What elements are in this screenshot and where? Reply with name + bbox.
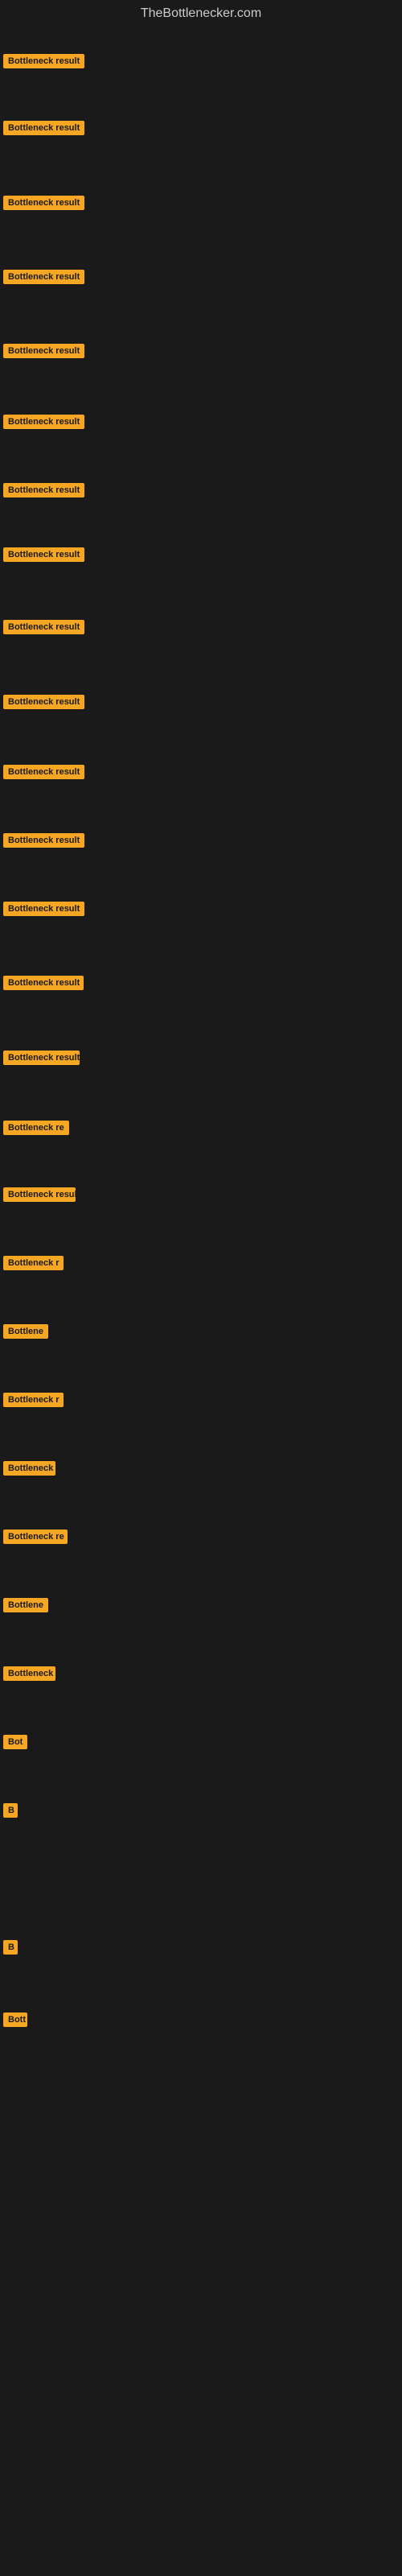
bottleneck-badge: Bottleneck result bbox=[3, 483, 84, 497]
bottleneck-badge: Bottleneck result bbox=[3, 415, 84, 429]
bottleneck-badge: Bottleneck result bbox=[3, 620, 84, 634]
bottleneck-badge: Bottleneck result bbox=[3, 976, 84, 990]
site-title: TheBottlenecker.com bbox=[0, 0, 402, 24]
bottleneck-badge: Bottleneck result bbox=[3, 54, 84, 68]
bottleneck-item: Bottleneck result bbox=[3, 833, 84, 852]
bottleneck-item: Bottleneck result bbox=[3, 976, 84, 994]
bottleneck-badge: Bottleneck result bbox=[3, 1187, 76, 1202]
bottleneck-item: Bottleneck result bbox=[3, 765, 84, 783]
bottleneck-item: Bottleneck bbox=[3, 1666, 55, 1685]
bottleneck-badge: Bottleneck result bbox=[3, 1051, 80, 1065]
bottleneck-item: Bottleneck result bbox=[3, 54, 84, 72]
bottleneck-badge: Bottleneck bbox=[3, 1666, 55, 1681]
bottleneck-badge: Bott bbox=[3, 2013, 27, 2027]
bottleneck-item: Bottleneck r bbox=[3, 1256, 64, 1274]
bottleneck-badge: Bottleneck re bbox=[3, 1530, 68, 1544]
bottleneck-item: B bbox=[3, 1940, 18, 1959]
bottleneck-badge: Bot bbox=[3, 1735, 27, 1749]
bottleneck-item: Bottleneck r bbox=[3, 1393, 64, 1411]
bottleneck-item: Bottleneck result bbox=[3, 121, 84, 139]
bottleneck-item: Bot bbox=[3, 1735, 27, 1753]
bottleneck-item: Bottleneck result bbox=[3, 344, 84, 362]
bottleneck-item: B bbox=[3, 1803, 18, 1822]
bottleneck-badge: Bottlene bbox=[3, 1598, 48, 1612]
bottleneck-badge: Bottleneck result bbox=[3, 270, 84, 284]
bottleneck-badge: Bottleneck result bbox=[3, 765, 84, 779]
bottleneck-badge: Bottlene bbox=[3, 1324, 48, 1339]
bottleneck-badge: B bbox=[3, 1803, 18, 1818]
bottleneck-item: Bottleneck result bbox=[3, 1187, 76, 1206]
bottleneck-item: Bottleneck result bbox=[3, 547, 84, 566]
bottleneck-badge: Bottleneck r bbox=[3, 1256, 64, 1270]
bottleneck-item: Bottleneck bbox=[3, 1461, 55, 1480]
bottleneck-badge: B bbox=[3, 1940, 18, 1955]
bottleneck-item: Bottleneck result bbox=[3, 620, 84, 638]
bottleneck-badge: Bottleneck result bbox=[3, 833, 84, 848]
bottleneck-item: Bottleneck result bbox=[3, 196, 84, 214]
bottleneck-item: Bottlene bbox=[3, 1324, 48, 1343]
bottleneck-item: Bottleneck re bbox=[3, 1530, 68, 1548]
bottleneck-item: Bottleneck result bbox=[3, 1051, 80, 1069]
bottleneck-badge: Bottleneck r bbox=[3, 1393, 64, 1407]
bottleneck-badge: Bottleneck result bbox=[3, 344, 84, 358]
bottleneck-item: Bott bbox=[3, 2013, 27, 2031]
bottleneck-item: Bottleneck re bbox=[3, 1121, 69, 1139]
bottleneck-badge: Bottleneck result bbox=[3, 902, 84, 916]
bottleneck-item: Bottleneck result bbox=[3, 483, 84, 502]
bottleneck-item: Bottleneck result bbox=[3, 270, 84, 288]
bottleneck-item: Bottleneck result bbox=[3, 695, 84, 713]
bottleneck-badge: Bottleneck re bbox=[3, 1121, 69, 1135]
bottleneck-item: Bottlene bbox=[3, 1598, 48, 1616]
bottleneck-badge: Bottleneck result bbox=[3, 695, 84, 709]
bottleneck-badge: Bottleneck result bbox=[3, 196, 84, 210]
bottleneck-badge: Bottleneck result bbox=[3, 121, 84, 135]
bottleneck-badge: Bottleneck bbox=[3, 1461, 55, 1476]
bottleneck-item: Bottleneck result bbox=[3, 415, 84, 433]
bottleneck-item: Bottleneck result bbox=[3, 902, 84, 920]
bottleneck-badge: Bottleneck result bbox=[3, 547, 84, 562]
